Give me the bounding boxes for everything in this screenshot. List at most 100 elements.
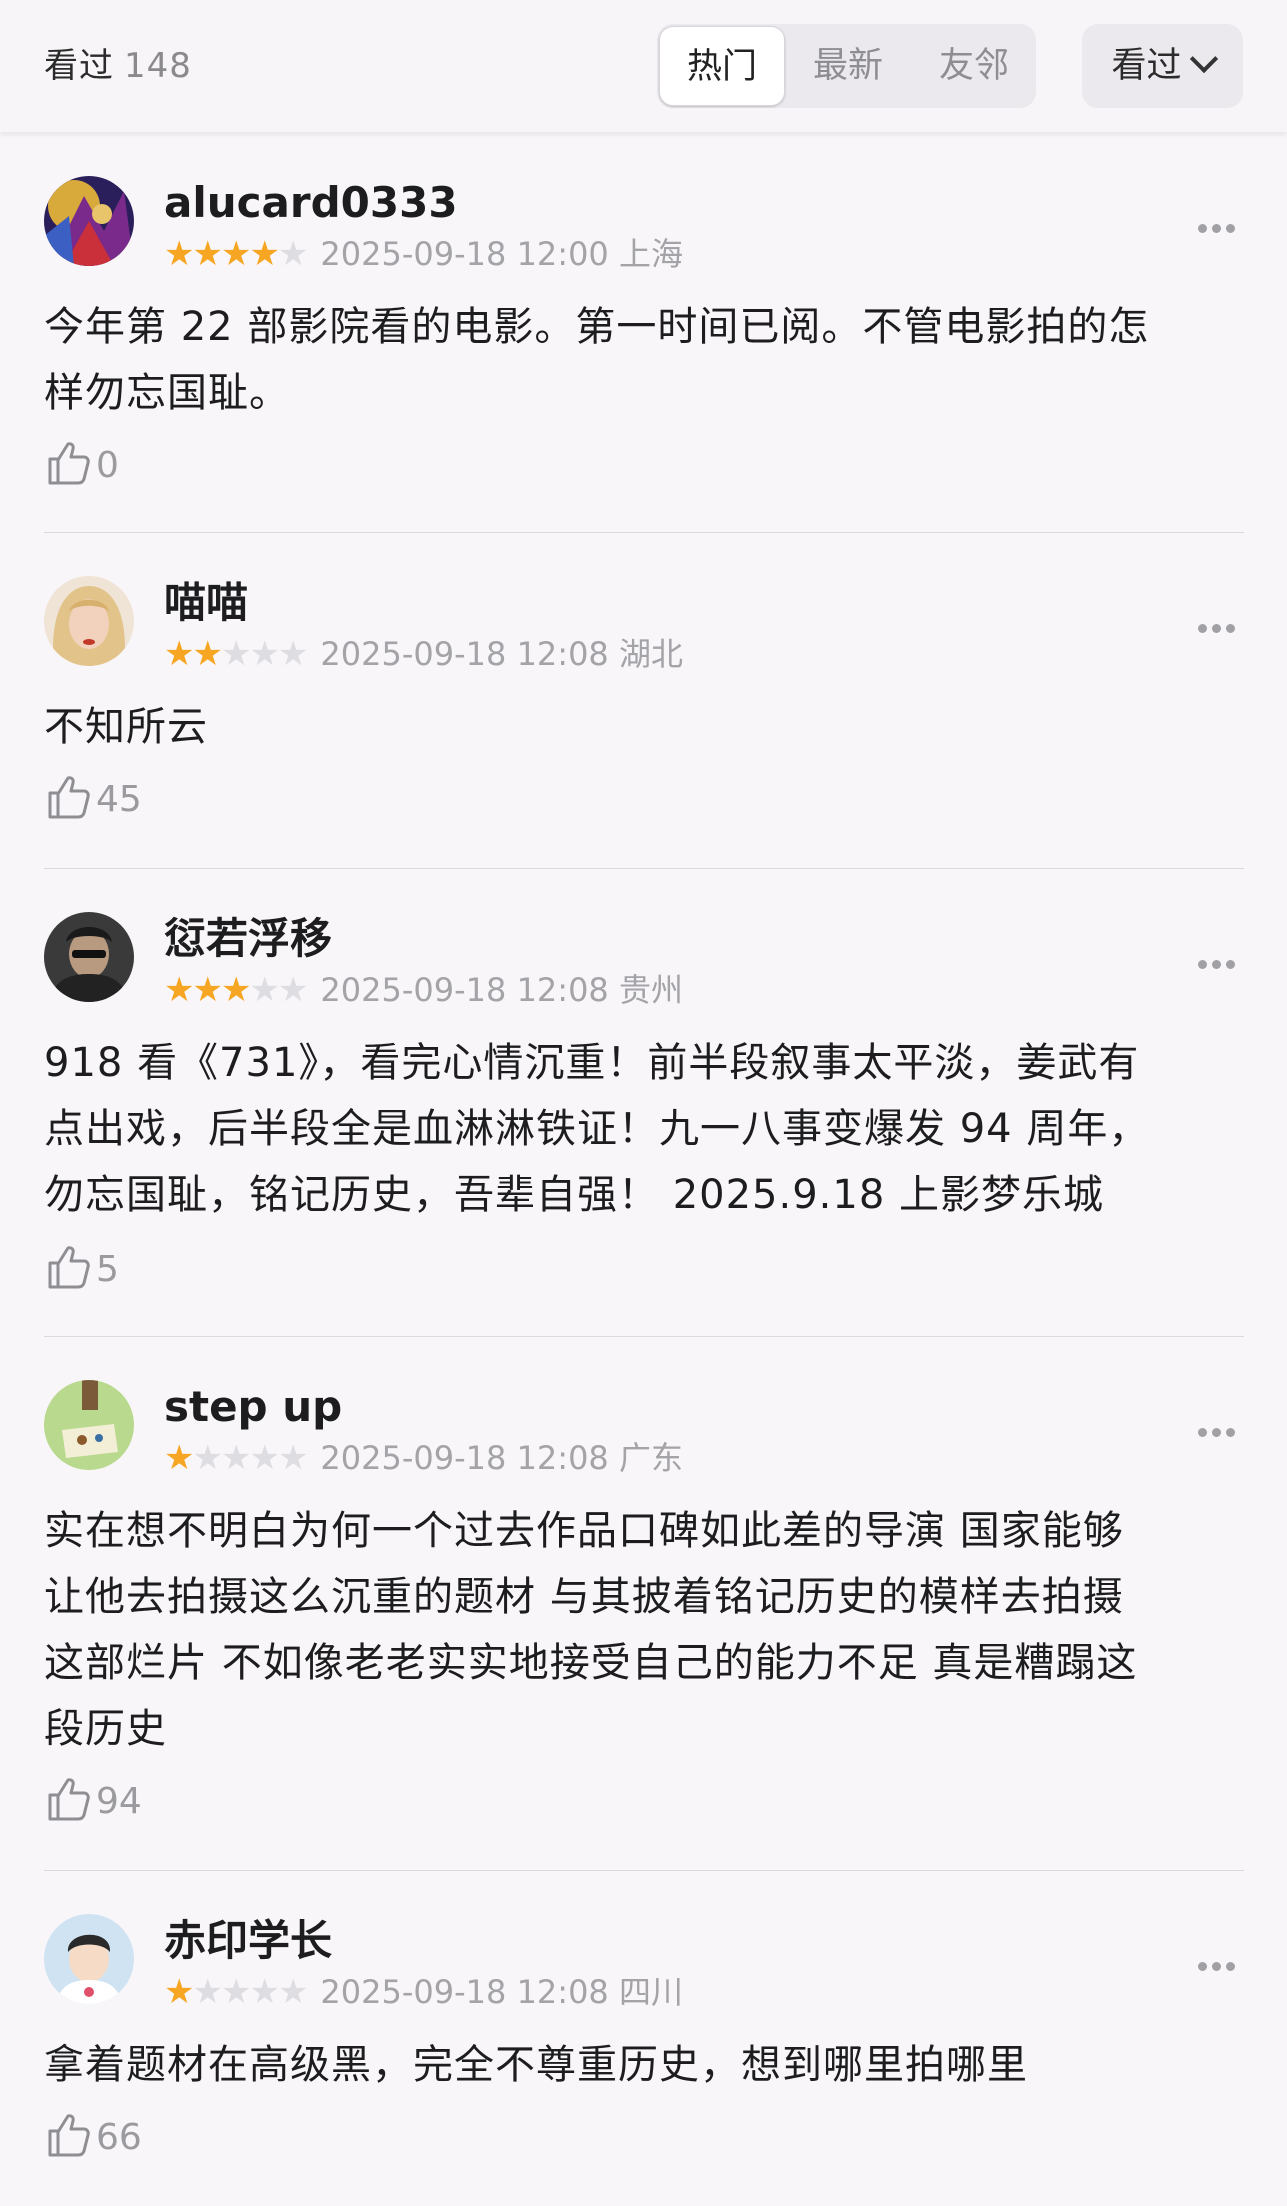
star-rating: ★★★★★ [164,234,309,274]
star-empty-icon: ★ [249,1438,280,1478]
star-empty-icon: ★ [277,1972,309,2012]
more-options-icon[interactable] [1198,218,1244,233]
star-filled-icon: ★ [164,970,195,1010]
review-card: step up ★★★★★ 2025-09-18 12:08 广东 实在想不明白为… [44,1380,1244,1840]
more-options-icon[interactable] [1198,1956,1244,1971]
review-text-line: 段历史 [44,1706,167,1752]
star-rating: ★★★★★ [164,634,309,674]
review-text-line: 勿忘国耻，铭记历史，吾辈自强！ 2025.9.18 上影梦乐城 [44,1172,1105,1218]
review-meta: ★★★★★ 2025-09-18 12:08 四川 [164,1972,683,2012]
thumbs-up-icon [48,776,90,819]
star-rating: ★★★★★ [164,970,309,1010]
star-filled-icon: ★ [164,1438,195,1478]
star-empty-icon: ★ [220,1972,252,2012]
star-empty-icon: ★ [249,970,280,1010]
review-meta: ★★★★★ 2025-09-18 12:08 贵州 [164,970,683,1010]
review-text-line: 样勿忘国耻。 [44,370,290,416]
star-empty-icon: ★ [277,234,309,274]
like-count: 5 [96,1249,119,1290]
review-text-line: 拿着题材在高级黑，完全不尊重历史，想到哪里拍哪里 [44,2042,1028,2088]
review-date: 2025-09-18 12:08 [320,971,609,1009]
star-empty-icon: ★ [277,634,309,674]
more-options-icon[interactable] [1198,954,1244,969]
review-meta: ★★★★★ 2025-09-18 12:08 湖北 [164,634,683,674]
star-rating: ★★★★★ [164,1972,309,2012]
more-options-icon[interactable] [1198,1422,1244,1437]
username[interactable]: alucard0333 [164,178,458,228]
star-empty-icon: ★ [249,634,280,674]
like-count: 0 [96,445,119,486]
star-empty-icon: ★ [192,1972,223,2012]
review-card: 赤印学长 ★★★★★ 2025-09-18 12:08 四川 拿着题材在高级黑，完… [44,1914,1244,2184]
like-count: 94 [96,1781,142,1822]
seen-count: 148 [124,46,192,86]
star-filled-icon: ★ [164,1972,195,2012]
thumbs-up-icon [48,1246,90,1289]
review-text-line: 不知所云 [44,704,208,750]
sort-segmented-control: 热门 最新 友邻 [657,24,1036,108]
username[interactable]: 赤印学长 [164,1916,332,1966]
like-button[interactable]: 0 [44,440,119,492]
avatar[interactable] [44,1380,134,1470]
review-text-line: 实在想不明白为何一个过去作品口碑如此差的导演 国家能够 [44,1508,1124,1554]
chevron-down-icon [1189,44,1218,74]
star-empty-icon: ★ [249,1972,280,2012]
star-filled-icon: ★ [192,970,223,1010]
username[interactable]: step up [164,1382,342,1432]
star-empty-icon: ★ [277,970,309,1010]
star-empty-icon: ★ [277,1438,309,1478]
review-text-line: 918 看《731》，看完心情沉重！前半段叙事太平淡，姜武有 [44,1040,1140,1086]
star-filled-icon: ★ [249,234,280,274]
filter-dropdown-button[interactable]: 看过 [1082,24,1243,108]
divider [44,868,1244,869]
review-text-line: 这部烂片 不如像老老实实地接受自己的能力不足 真是糟蹋这 [44,1640,1138,1686]
avatar[interactable] [44,912,134,1002]
star-filled-icon: ★ [192,234,223,274]
review-location: 湖北 [618,635,683,673]
review-card: alucard0333 ★★★★★ 2025-09-18 12:00 上海 今年第… [44,176,1244,496]
like-button[interactable]: 45 [44,774,142,826]
thumbs-up-icon [48,1778,90,1821]
review-date: 2025-09-18 12:08 [320,1973,609,2011]
tab-friends[interactable]: 友邻 [911,26,1037,106]
review-text: 918 看《731》，看完心情沉重！前半段叙事太平淡，姜武有 点出戏，后半段全是… [44,1030,1244,1228]
like-button[interactable]: 66 [44,2112,142,2164]
like-button[interactable]: 5 [44,1244,119,1296]
seen-label: 看过 [44,46,114,86]
username[interactable]: 喵喵 [164,578,248,628]
review-text-line: 今年第 22 部影院看的电影。第一时间已阅。不管电影拍的怎 [44,304,1150,350]
review-text-line: 让他去拍摄这么沉重的题材 与其披着铭记历史的模样去拍摄 [44,1574,1124,1620]
review-date: 2025-09-18 12:08 [320,635,609,673]
review-meta: ★★★★★ 2025-09-18 12:08 广东 [164,1438,683,1478]
thumbs-up-icon [48,2114,90,2157]
review-location: 上海 [618,235,683,273]
filter-dropdown-label: 看过 [1111,46,1182,86]
review-location: 广东 [618,1439,683,1477]
star-empty-icon: ★ [220,634,252,674]
tab-hot[interactable]: 热门 [659,26,785,106]
star-filled-icon: ★ [220,234,252,274]
top-bar: 看过 148 热门 最新 友邻 看过 [0,0,1287,132]
review-date: 2025-09-18 12:08 [320,1439,609,1477]
divider [44,1336,1244,1337]
review-text: 拿着题材在高级黑，完全不尊重历史，想到哪里拍哪里 [44,2032,1244,2098]
review-text: 实在想不明白为何一个过去作品口碑如此差的导演 国家能够 让他去拍摄这么沉重的题材… [44,1498,1244,1762]
seen-count-title: 看过 148 [44,44,192,88]
username[interactable]: 愆若浮移 [164,914,332,964]
review-card: 愆若浮移 ★★★★★ 2025-09-18 12:08 贵州 918 看《731》… [44,912,1244,1312]
star-filled-icon: ★ [164,234,195,274]
avatar[interactable] [44,176,134,266]
review-card: 喵喵 ★★★★★ 2025-09-18 12:08 湖北 不知所云 45 [44,576,1244,846]
avatar[interactable] [44,576,134,666]
avatar[interactable] [44,1914,134,2004]
like-count: 66 [96,2117,142,2158]
review-date: 2025-09-18 12:00 [320,235,609,273]
star-rating: ★★★★★ [164,1438,309,1478]
more-options-icon[interactable] [1198,618,1244,633]
tab-latest[interactable]: 最新 [785,26,911,106]
thumbs-up-icon [48,442,90,485]
star-filled-icon: ★ [164,634,195,674]
review-text-line: 点出戏，后半段全是血淋淋铁证！九一八事变爆发 94 周年， [44,1106,1150,1152]
star-filled-icon: ★ [220,970,252,1010]
like-button[interactable]: 94 [44,1776,142,1828]
